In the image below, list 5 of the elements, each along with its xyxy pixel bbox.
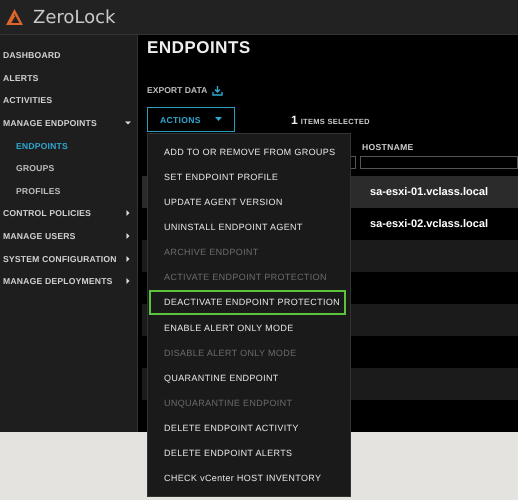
app-name: ZeroLock (33, 6, 116, 28)
selected-count: 1 (291, 112, 298, 127)
page-title: ENDPOINTS (147, 38, 252, 59)
hostname-cell-text: sa-esxi-02.vclass.local (369, 218, 490, 230)
hostname-cell-text: sa-esxi-01.vclass.local (369, 186, 490, 198)
